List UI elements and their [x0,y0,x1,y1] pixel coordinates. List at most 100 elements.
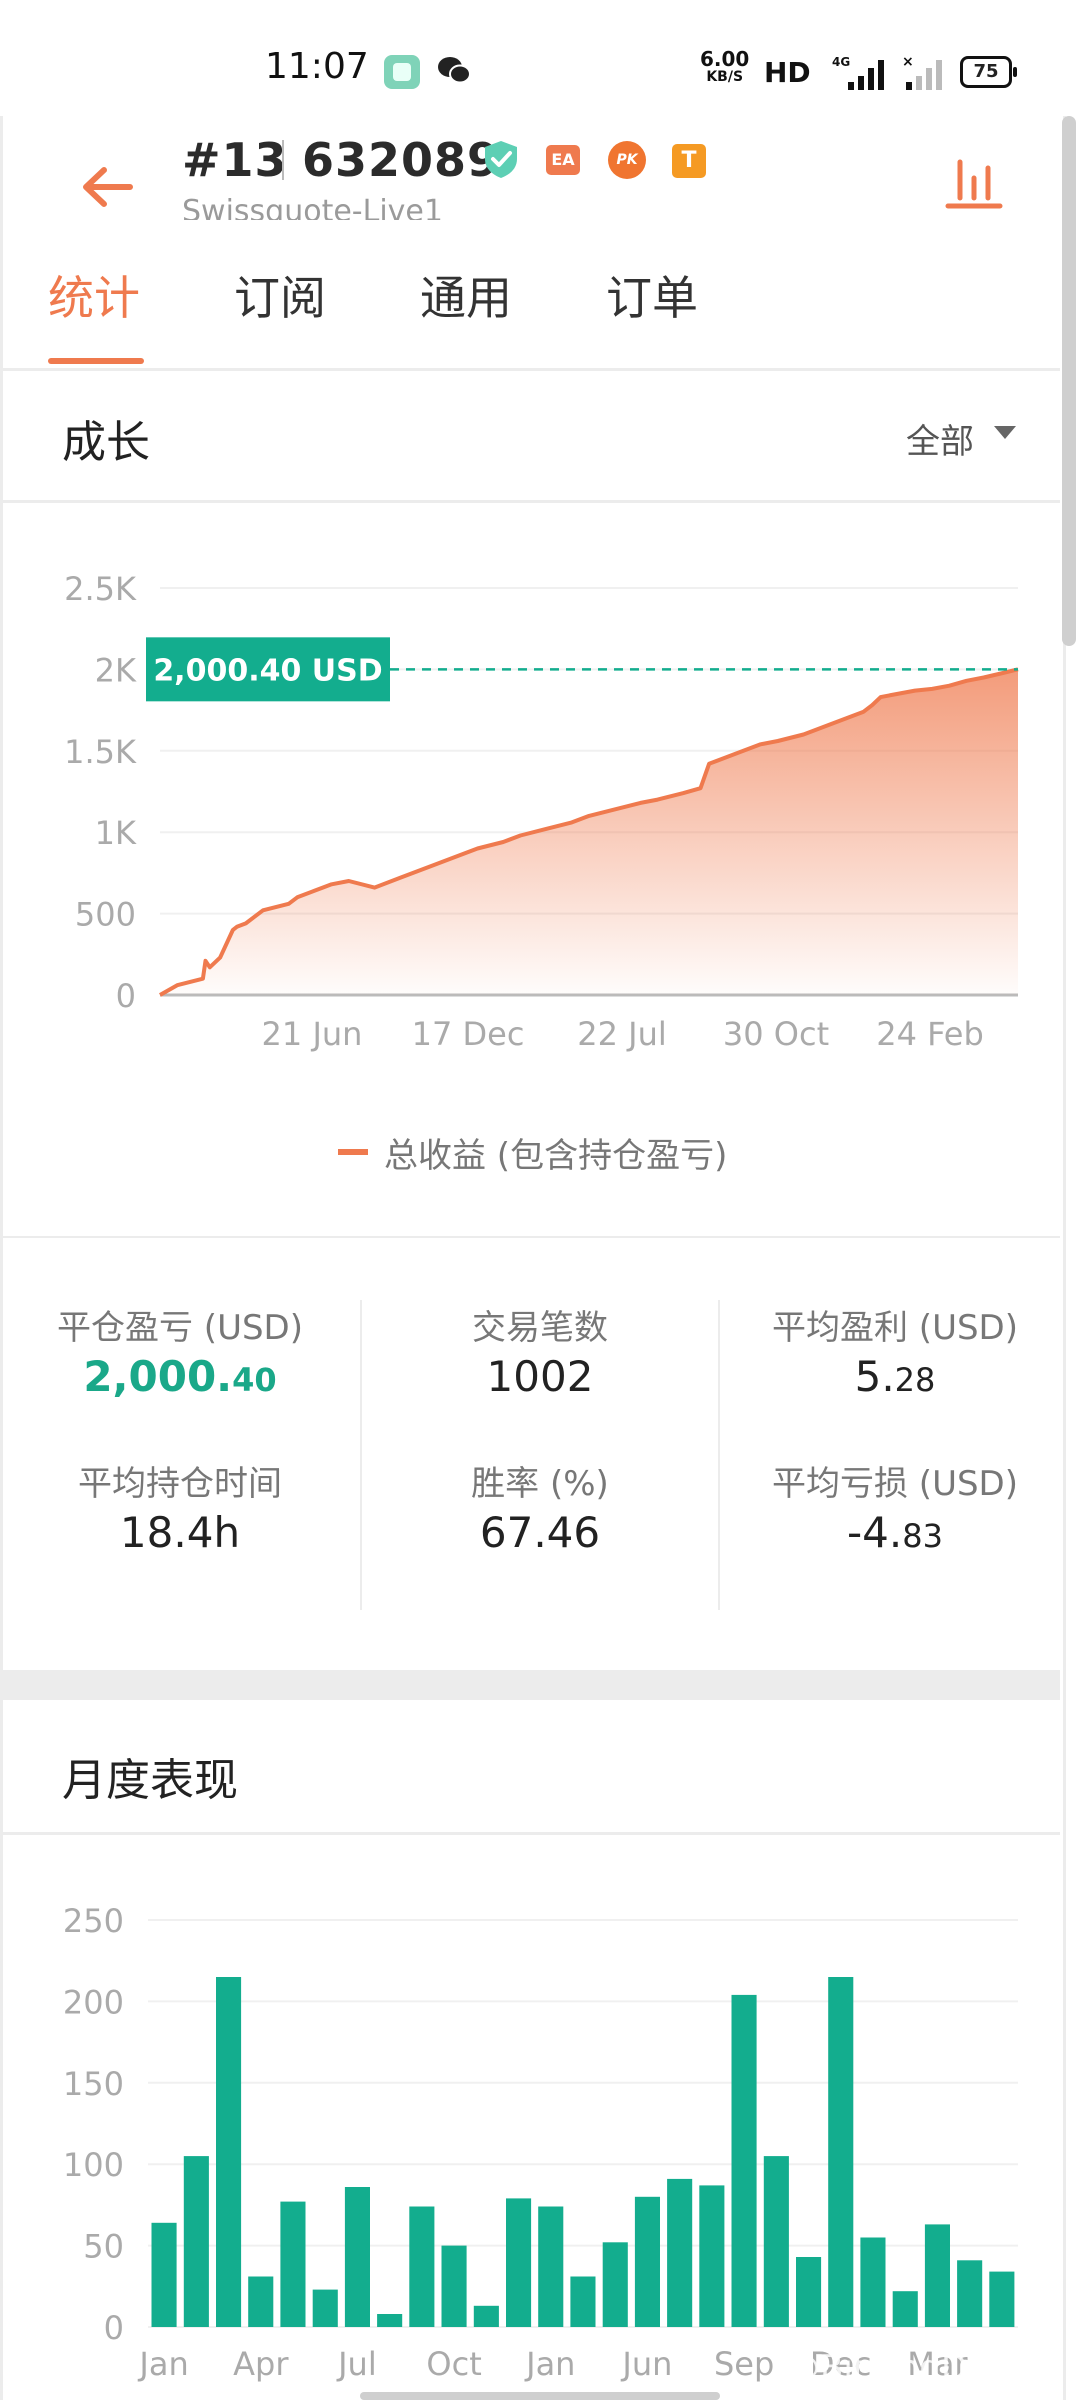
y-tick-label: 200 [63,1983,124,2021]
x-tick-label: Jun [620,2345,672,2383]
x-tick-label: Oct [426,2345,481,2383]
monthly-bar [731,1994,757,2327]
legend-swatch [338,1149,368,1155]
monthly-bar-chart: 050100150200250Jan Apr Jul Oct Jan Jun Sep Dec M… [63,1902,1018,2383]
monthly-title: 月度表现 [62,1755,238,1806]
y-tick-label: 50 [83,2228,124,2266]
ea-badge: EA [546,145,580,175]
header-separator [282,140,284,180]
monthly-bar [796,2257,822,2327]
y-tick-label: 100 [63,2146,124,2184]
monthly-bar [312,2289,338,2327]
avg-hold-time-label: 平均持仓时间 [78,1464,282,1504]
avg-profit-label: 平均盈利 (USD) [772,1308,1018,1348]
notification-app-icon [384,55,420,89]
scrollbar[interactable] [1062,116,1076,646]
monthly-bar [892,2291,918,2327]
monthly-section-header: 月度表现 [0,1702,1060,1835]
monthly-bar [248,2276,274,2327]
shield-check-icon [485,141,517,178]
trade-count-label: 交易笔数 [472,1308,608,1348]
y-tick-label: 1K [95,814,137,852]
range-filter-dropdown[interactable]: 全部 [906,414,974,463]
stats-divider [718,1300,720,1610]
broker-server: Swissquote-Live1 [182,194,443,220]
y-tick-label: 150 [63,2065,124,2103]
signal-no-service-icon: × [902,54,942,90]
monthly-bar [473,2305,499,2327]
hd-indicator: HD [764,56,811,89]
monthly-bar [989,2271,1015,2327]
y-tick-label: 250 [63,1902,124,1940]
monthly-bar [634,2196,660,2327]
section-gap [0,1670,1060,1700]
active-tab-indicator [48,358,144,364]
x-tick-label: 21 Jun [262,1015,363,1053]
battery-indicator: 75 [960,56,1017,88]
y-tick-label: 2K [95,651,137,689]
monthly-bar [280,2201,306,2327]
caret-down-icon[interactable] [994,426,1016,439]
tab-orders[interactable]: 订单 [606,262,698,328]
closed-pnl-value: 2,000.40 [83,1352,277,1401]
growth-title: 成长 [62,417,150,468]
growth-section-header: 成长 全部 [0,370,1060,503]
arrow-left-icon[interactable] [78,162,138,212]
x-tick-label: Jul [336,2345,377,2383]
stats-divider [360,1300,362,1610]
growth-chart: 0 500 1K 1.5K 2K 2.5K 21 Jun 17 Dec 22 Jul 30 Oct… [64,570,1019,1053]
monthly-bar [183,2156,209,2327]
signal-4g-icon: 4G [832,55,884,90]
x-tick-label: 30 Oct [723,1015,829,1053]
section-divider [0,1236,1060,1238]
home-indicator [360,2392,720,2400]
account-id: 632089 [302,133,501,187]
tab-general[interactable]: 通用 [420,262,512,328]
y-tick-label: 2.5K [64,570,137,608]
t-badge: T [672,144,706,178]
monthly-bar [409,2206,435,2327]
trade-count-value: 1002 [486,1352,594,1401]
x-tick-label: 24 Feb [876,1015,984,1053]
closed-pnl-label: 平仓盈亏 (USD) [57,1308,303,1348]
svg-text:×: × [902,54,914,70]
monthly-bar [344,2187,370,2327]
x-tick-label: Apr [233,2345,289,2383]
monthly-bar [957,2260,983,2327]
current-value-text: 2,000.40 USD [153,653,382,688]
win-rate-label: 胜率 (%) [471,1464,609,1504]
y-tick-label: 1.5K [64,733,137,771]
svg-text:4G: 4G [832,55,850,69]
monthly-bar [860,2237,886,2327]
pk-badge: PK [608,141,646,179]
x-tick-label: Jan [137,2345,188,2383]
monthly-bar [151,2222,177,2327]
x-tick-label: Jan [524,2345,575,2383]
status-bar: 11:07 6.00 KB/S HD 4G × 75 [0,0,1080,116]
avg-loss-value: -4.83 [847,1508,943,1557]
bar-chart-icon[interactable] [944,154,1004,210]
tab-statistics[interactable]: 统计 [48,262,140,328]
monthly-bar [377,2314,403,2327]
watermark: @BitKingDom [786,2348,1022,2388]
growth-legend: 总收益 (包含持仓盈亏) [384,1136,728,1176]
tab-bar: 统计 订阅 通用 订单 [0,252,1060,371]
y-tick-label: 0 [116,977,136,1015]
monthly-bar [506,2198,532,2327]
x-tick-label: Sep [714,2345,774,2383]
account-rank: #13 [182,133,288,187]
monthly-bar [828,1977,854,2327]
y-tick-label: 0 [104,2309,124,2347]
monthly-bar [538,2206,564,2327]
monthly-bar [699,2185,725,2327]
monthly-bar [602,2242,628,2327]
wechat-icon [438,57,471,84]
monthly-bar [570,2276,596,2327]
monthly-bar [441,2245,467,2327]
avg-hold-time-value: 18.4h [119,1508,241,1557]
win-rate-value: 67.46 [479,1508,601,1557]
monthly-bar [216,1977,242,2327]
avg-loss-label: 平均亏损 (USD) [772,1464,1018,1504]
x-tick-label: 17 Dec [412,1015,525,1053]
tab-subscription[interactable]: 订阅 [234,262,326,328]
